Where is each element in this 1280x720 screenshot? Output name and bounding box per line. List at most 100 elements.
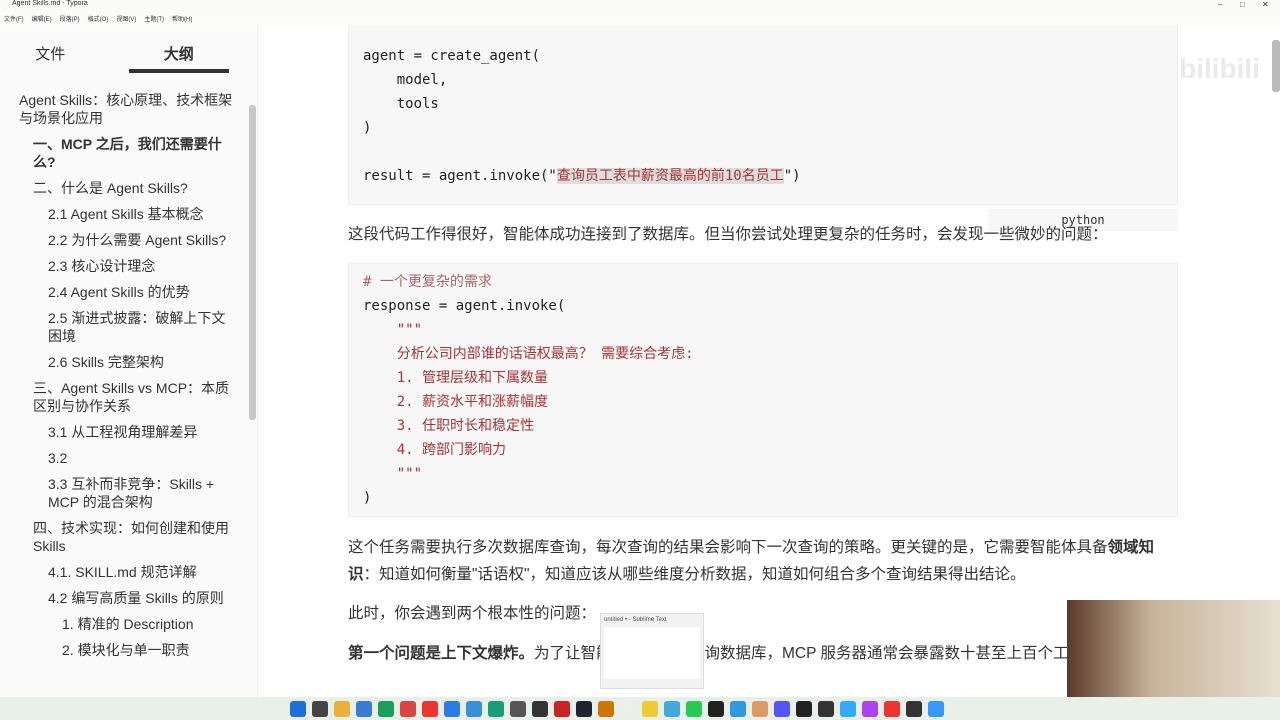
taskbar-app-icon[interactable] (928, 700, 944, 717)
taskbar-app-icon[interactable] (774, 700, 790, 717)
taskbar-app-icon[interactable] (664, 700, 680, 717)
editor[interactable]: bilibili agent = create_agent( model, to… (258, 25, 1270, 697)
taskbar-app-icon[interactable] (840, 700, 856, 717)
preview-thumbnail (604, 627, 700, 679)
outline-item[interactable]: 2.5 渐进式披露：破解上下文困境 (0, 305, 246, 349)
code-block-2[interactable]: # 一个更复杂的需求 response = agent.invoke( """ … (348, 263, 1178, 517)
taskbar-app-icon[interactable] (598, 700, 614, 717)
taskbar-app-icon[interactable] (884, 700, 900, 717)
taskbar-app-icon[interactable] (862, 700, 878, 717)
outline-item[interactable]: 2.1 Agent Skills 基本概念 (0, 201, 246, 227)
taskbar-app-icon[interactable] (312, 700, 328, 717)
taskbar-app-icon[interactable] (796, 700, 812, 717)
outline-item[interactable]: Agent Skills：核心原理、技术框架与场景化应用 (0, 87, 246, 131)
outline-item[interactable]: 3.2 (0, 445, 246, 471)
outline-item[interactable]: 2.4 Agent Skills 的优势 (0, 279, 246, 305)
outline-item[interactable]: 二、什么是 Agent Skills? (0, 175, 246, 201)
taskbar-app-icon[interactable] (488, 700, 504, 717)
outline-list: Agent Skills：核心原理、技术框架与场景化应用 一、MCP 之后，我们还… (0, 87, 246, 663)
code-comment: # 一个更复杂的需求 (363, 274, 492, 290)
code-block-1[interactable]: agent = create_agent( model, tools ) res… (348, 25, 1178, 205)
code-line: ) (363, 120, 372, 136)
code-line: result = agent.invoke("查询员工表中薪资最高的前10名员工… (363, 164, 1163, 188)
taskbar-app-icon[interactable] (730, 700, 746, 717)
paragraph: 此时，你会遇到两个根本性的问题： (348, 605, 597, 622)
paragraph: 第一个问题是上下文爆炸。为了让智能体能够灵活查询数据库，MCP 服务器通常会暴露… (348, 640, 1178, 667)
outline-item[interactable]: 3.3 互补而非竞争：Skills + MCP 的混合架构 (0, 471, 246, 515)
code-line: """ (363, 322, 423, 338)
window-title: Agent Skills.md - Typora (12, 0, 88, 7)
taskbar-app-icon[interactable] (400, 700, 416, 717)
taskbar-app-icon[interactable] (708, 700, 724, 717)
outline-item[interactable]: 3.1 从工程视角理解差异 (0, 419, 246, 445)
taskbar-preview[interactable]: untitled • - Sublime Text (600, 613, 704, 689)
menu-bar: 文件(F) 编辑(E) 段落(P) 格式(O) 视图(V) 主题(T) 帮助(H… (0, 11, 1280, 25)
menu-help[interactable]: 帮助(H) (172, 14, 192, 23)
title-bar: Agent Skills.md - Typora – □ ✕ (0, 0, 1280, 11)
editor-scrollbar[interactable] (1272, 40, 1280, 92)
code-text: ") (783, 168, 801, 184)
query-string: 查询员工表中薪资最高的前10名员工 (556, 168, 784, 184)
taskbar-app-icon[interactable] (554, 700, 570, 717)
taskbar-app-icon[interactable] (444, 700, 460, 717)
text: ：知道如何衡量"话语权"，知道应该从哪些维度分析数据，知道如何组合多个查询结果得… (363, 566, 1026, 583)
taskbar-app-icon[interactable] (334, 700, 350, 717)
taskbar-app-icon[interactable] (356, 700, 372, 717)
outline-item[interactable]: 4.1. SKILL.md 规范详解 (0, 559, 246, 585)
text: 这个任务需要执行多次数据库查询，每次查询的结果会影响下一次查询的策略。更关键的是… (348, 539, 1108, 556)
code-line: 2. 薪资水平和涨薪幅度 (363, 394, 549, 410)
code-text: result = agent.invoke(" (363, 168, 557, 184)
menu-theme[interactable]: 主题(T) (144, 14, 164, 23)
code-line: 分析公司内部谁的话语权最高？ 需要综合考虑: (363, 346, 694, 362)
outline-item[interactable]: 4.2 编写高质量 Skills 的原则 (0, 585, 246, 611)
taskbar-app-icon[interactable] (422, 700, 438, 717)
taskbar-app-icon[interactable] (906, 700, 922, 717)
taskbar-app-icon[interactable] (532, 700, 548, 717)
code-line: """ (363, 466, 423, 482)
paragraph: 这个任务需要执行多次数据库查询，每次查询的结果会影响下一次查询的策略。更关键的是… (348, 534, 1178, 588)
taskbar-app-icon[interactable] (510, 700, 526, 717)
menu-paragraph[interactable]: 段落(P) (60, 14, 80, 23)
code-line: ) (363, 490, 372, 506)
taskbar (0, 697, 1280, 720)
outline-item[interactable]: 2. 模块化与单一职责 (0, 637, 246, 663)
taskbar-app-icon[interactable] (752, 700, 768, 717)
bilibili-watermark: bilibili (1179, 53, 1260, 84)
menu-file[interactable]: 文件(F) (4, 14, 24, 23)
taskbar-app-icon[interactable] (620, 700, 636, 717)
taskbar-app-icon[interactable] (378, 700, 394, 717)
taskbar-app-icon[interactable] (642, 700, 658, 717)
taskbar-app-icon[interactable] (818, 700, 834, 717)
preview-title: untitled • - Sublime Text (604, 617, 667, 623)
sidebar-scrollbar[interactable] (249, 105, 256, 420)
code-line: 4. 跨部门影响力 (363, 442, 507, 458)
menu-view[interactable]: 视图(V) (116, 14, 136, 23)
maximize-button[interactable]: □ (1240, 0, 1245, 9)
taskbar-app-icon[interactable] (686, 700, 702, 717)
code-line: agent = create_agent( (363, 48, 541, 64)
outline-item[interactable]: 一、MCP 之后，我们还需要什么? (0, 131, 246, 175)
paragraph: 这段代码工作得很好，智能体成功连接到了数据库。但当你尝试处理更复杂的任务时，会发… (348, 226, 1108, 243)
minimize-button[interactable]: – (1218, 0, 1222, 9)
taskbar-app-icon[interactable] (576, 700, 592, 717)
bold-text: 第一个问题是上下文爆炸。 (348, 645, 535, 662)
outline-item[interactable]: 四、技术实现：如何创建和使用 Skills (0, 515, 246, 559)
tab-files[interactable]: 文件 (0, 25, 101, 73)
outline-item[interactable]: 2.2 为什么需要 Agent Skills? (0, 227, 246, 253)
code-line: tools (363, 96, 439, 112)
tab-outline[interactable]: 大纲 (128, 25, 229, 73)
menu-edit[interactable]: 编辑(E) (32, 14, 52, 23)
taskbar-app-icon[interactable] (290, 700, 306, 717)
menu-format[interactable]: 格式(O) (88, 14, 109, 23)
sidebar: 文件 大纲 Agent Skills：核心原理、技术框架与场景化应用 一、MCP … (0, 25, 258, 697)
code-line: 3. 任职时长和稳定性 (363, 418, 535, 434)
taskbar-app-icon[interactable] (466, 700, 482, 717)
outline-item[interactable]: 三、Agent Skills vs MCP：本质区别与协作关系 (0, 375, 246, 419)
code-line: model, (363, 72, 448, 88)
code-line: response = agent.invoke( (363, 298, 566, 314)
outline-item[interactable]: 1. 精准的 Description (0, 611, 246, 637)
close-button[interactable]: ✕ (1262, 0, 1269, 9)
outline-item[interactable]: 2.6 Skills 完整架构 (0, 349, 246, 375)
outline-item[interactable]: 2.3 核心设计理念 (0, 253, 246, 279)
